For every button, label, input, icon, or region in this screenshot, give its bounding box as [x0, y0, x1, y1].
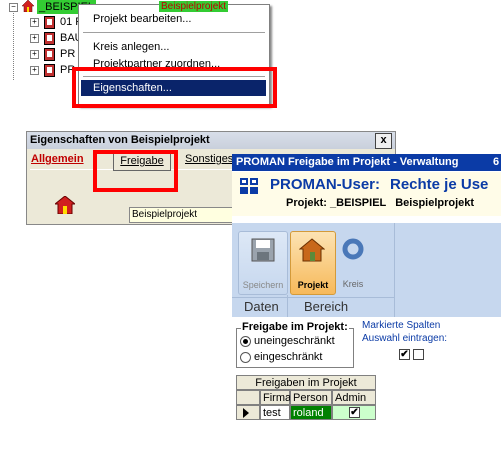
header-rights-label: Rechte je Use — [390, 176, 489, 193]
highlight-frame — [72, 67, 277, 108]
grid-caption: Freigaben im Projekt — [236, 375, 376, 390]
folder-icon — [44, 64, 55, 77]
tab-allgemein[interactable]: Allgemein — [31, 153, 84, 165]
markierte-label: Markierte Spalten — [362, 320, 441, 331]
group-bereich-label: Bereich — [304, 299, 349, 314]
folder-icon — [44, 48, 55, 61]
freigabe-label: Freigabe im Projekt: — [241, 321, 349, 333]
kreis-button[interactable]: Kreis — [336, 231, 370, 293]
header-user-label: PROMAN-User: — [270, 176, 381, 193]
speichern-label: Speichern — [242, 280, 284, 290]
row-selector[interactable] — [236, 405, 260, 420]
circle-icon — [342, 238, 364, 263]
kreis-label: Kreis — [342, 279, 364, 289]
tree-root-sub: Beispielprojekt — [159, 1, 229, 12]
radio-uneingeschraenkt[interactable] — [240, 336, 251, 347]
tree-line — [13, 10, 14, 80]
ribbon-group-divider — [232, 297, 394, 298]
cell-person[interactable]: roland — [290, 405, 332, 420]
radio-eingeschraenkt-label[interactable]: eingeschränkt — [254, 351, 323, 363]
speichern-button[interactable]: Speichern — [238, 231, 288, 295]
dialog-titlebar: Eigenschaften von Beispielprojekt x — [27, 132, 395, 149]
cell-admin[interactable]: ✔ — [332, 405, 376, 420]
mark-checked-checkbox[interactable]: ✔ — [399, 349, 410, 360]
window-title: PROMAN Freigabe im Projekt - Verwaltung — [236, 156, 459, 168]
tab-sonstiges[interactable]: Sonstiges — [185, 153, 233, 165]
projekt-label: Projekt — [297, 280, 329, 290]
menu-item-kreis-anlegen[interactable]: Kreis anlegen... — [93, 41, 169, 53]
row-pointer-icon — [243, 408, 249, 418]
house-icon — [53, 195, 77, 215]
house-icon — [21, 0, 35, 13]
folder-icon — [44, 16, 55, 29]
window-title-suffix: 6 — [493, 156, 500, 168]
expand-icon[interactable]: + — [30, 34, 39, 43]
close-button[interactable]: x — [375, 133, 392, 149]
menu-item-projekt-bearbeiten[interactable]: Projekt bearbeiten... — [93, 13, 191, 25]
column-header-admin[interactable]: Admin — [332, 390, 376, 405]
grid-logo-icon — [240, 178, 258, 194]
menu-separator — [83, 32, 265, 33]
freigabe-window: PROMAN Freigabe im Projekt - Verwaltung … — [232, 154, 501, 453]
expand-icon[interactable]: + — [30, 50, 39, 59]
group-daten-label: Daten — [244, 299, 279, 314]
tree-item-label[interactable]: PR — [60, 47, 75, 61]
column-header-person[interactable]: Person — [290, 390, 332, 405]
radio-uneingeschraenkt-label[interactable]: uneingeschränkt — [254, 335, 335, 347]
ribbon-divider — [287, 295, 288, 317]
header-area: PROMAN-User: Rechte je Use Projekt: _BEI… — [232, 172, 501, 216]
grid-corner — [236, 390, 260, 405]
ribbon: Speichern Projekt Kreis Daten Bereich — [232, 223, 501, 317]
collapse-icon[interactable]: − — [9, 3, 18, 12]
house-icon — [298, 238, 326, 265]
floppy-disk-icon — [251, 238, 275, 265]
projekt-button[interactable]: Projekt — [290, 231, 336, 295]
expand-icon[interactable]: + — [30, 66, 39, 75]
project-line: Projekt: _BEISPIEL Beispielprojekt — [286, 197, 475, 209]
column-header-firma[interactable]: Firma — [260, 390, 291, 405]
admin-checkbox[interactable]: ✔ — [349, 407, 360, 418]
folder-icon — [44, 32, 55, 45]
window-titlebar: PROMAN Freigabe im Projekt - Verwaltung … — [232, 154, 501, 171]
dialog-title: Eigenschaften von Beispielprojekt — [30, 134, 210, 146]
auswahl-label: Auswahl eintragen: — [362, 333, 448, 344]
cell-firma[interactable]: test — [260, 405, 290, 420]
mark-unchecked-checkbox[interactable] — [413, 349, 424, 360]
project-name-field[interactable]: Beispielprojekt — [129, 207, 243, 223]
ribbon-divider — [394, 223, 395, 317]
highlight-frame — [93, 150, 178, 192]
radio-eingeschraenkt[interactable] — [240, 352, 251, 363]
expand-icon[interactable]: + — [30, 18, 39, 27]
